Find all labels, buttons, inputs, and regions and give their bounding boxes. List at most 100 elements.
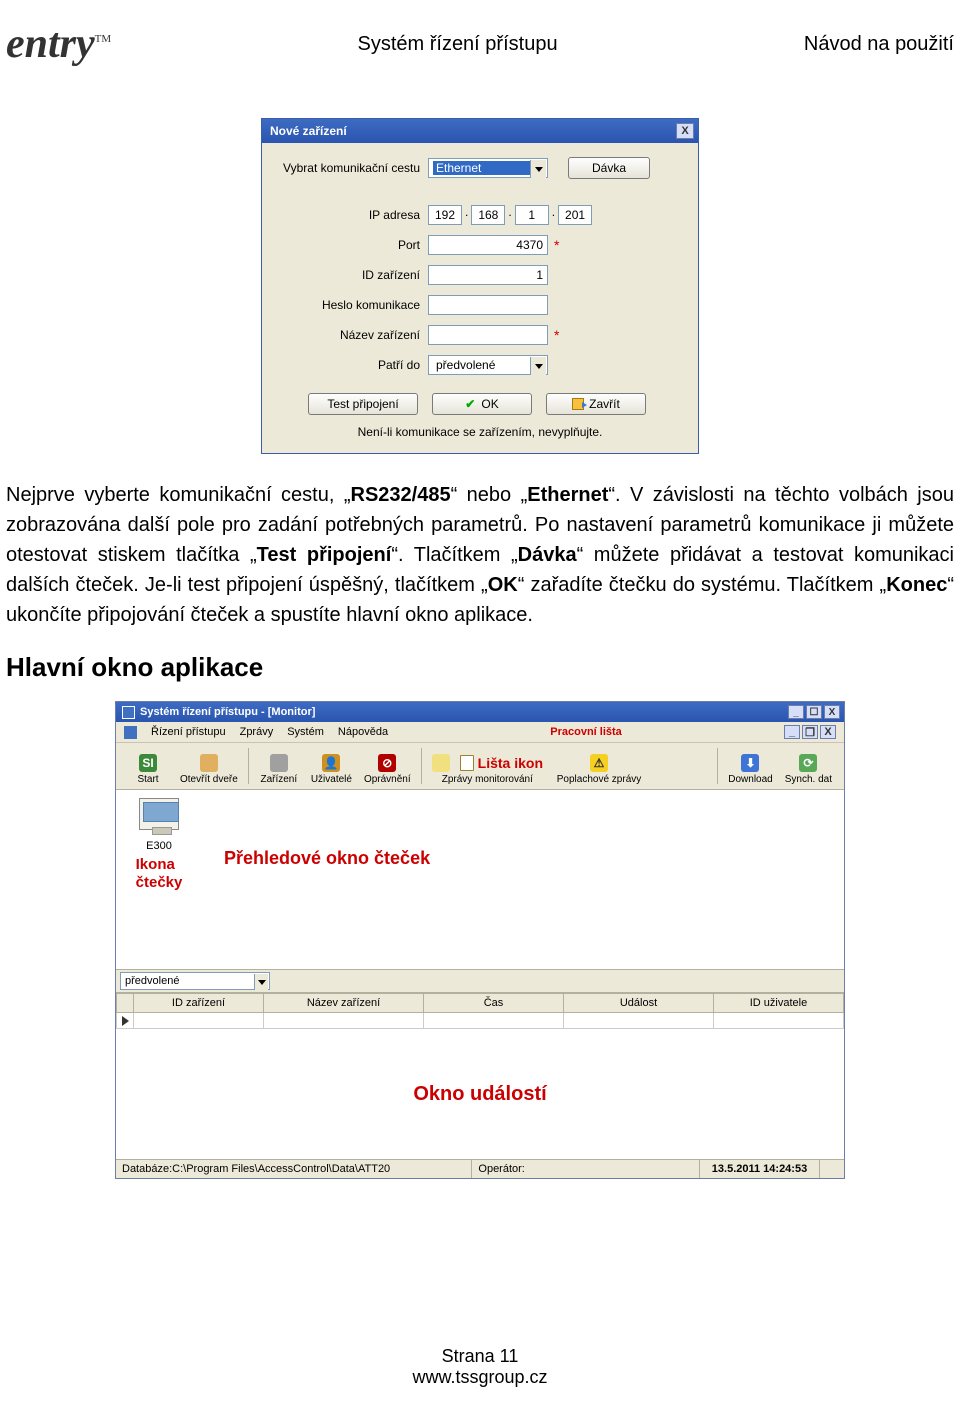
child-restore-icon[interactable]: ❐ bbox=[802, 725, 818, 739]
doc-subtitle: Návod na použití bbox=[804, 33, 954, 56]
menubar: Řízení přístupu Zprávy Systém Nápověda P… bbox=[116, 722, 844, 743]
start-icon: SI bbox=[139, 754, 157, 772]
required-icon: * bbox=[554, 237, 559, 253]
tool-download[interactable]: ⬇Download bbox=[722, 746, 778, 786]
dialog-title: Nové zařízení bbox=[270, 124, 347, 138]
app-titlebar: Systém řízení přístupu - [Monitor] _ ☐ X bbox=[116, 702, 844, 722]
menu-item[interactable]: Systém bbox=[287, 726, 324, 738]
device-name-input[interactable] bbox=[428, 325, 548, 345]
close-button[interactable]: Zavřít bbox=[546, 393, 646, 415]
doc-title: Systém řízení přístupu bbox=[357, 33, 557, 56]
logo-text: entry bbox=[6, 21, 95, 67]
ip-address-input[interactable]: 192. 168. 1. 201 bbox=[428, 205, 592, 225]
status-database: Databáze:C:\Program Files\AccessControl\… bbox=[116, 1160, 472, 1178]
close-icon[interactable]: X bbox=[824, 705, 840, 719]
comm-path-combo[interactable]: Ethernet bbox=[428, 158, 548, 178]
tool-monitor-reports[interactable]: Lišta ikonZprávy monitorování bbox=[426, 746, 549, 786]
port-input[interactable]: 4370 bbox=[428, 235, 548, 255]
comm-path-value: Ethernet bbox=[433, 161, 543, 175]
dialog-titlebar: Nové zařízení X bbox=[262, 119, 698, 143]
page-icon bbox=[460, 755, 474, 771]
new-device-dialog: Nové zařízení X Vybrat komunikační cestu… bbox=[261, 118, 699, 454]
comm-password-input[interactable] bbox=[428, 295, 548, 315]
tool-users[interactable]: 👤Uživatelé bbox=[305, 746, 358, 786]
ip-octet-4[interactable]: 201 bbox=[558, 205, 592, 225]
door-icon bbox=[200, 754, 218, 772]
comm-path-label: Vybrat komunikační cestu bbox=[278, 161, 428, 175]
area-combo[interactable]: předvolené bbox=[428, 355, 548, 375]
status-time: 13.5.2011 14:24:53 bbox=[700, 1160, 820, 1178]
chevron-down-icon[interactable] bbox=[254, 974, 268, 990]
ip-octet-1[interactable]: 192 bbox=[428, 205, 462, 225]
device-name-label: Název zařízení bbox=[278, 328, 428, 342]
events-panel: Okno událostí bbox=[116, 1029, 844, 1159]
ok-button[interactable]: ✔OK bbox=[432, 393, 532, 415]
readers-panel: E300 Ikona čtečky Přehledové okno čteček bbox=[116, 790, 844, 970]
menu-item[interactable]: Zprávy bbox=[240, 726, 274, 738]
area-filter-combo[interactable]: předvolené bbox=[120, 972, 270, 990]
statusbar: Databáze:C:\Program Files\AccessControl\… bbox=[116, 1159, 844, 1178]
logo: entryTM bbox=[6, 20, 111, 68]
tool-open-door[interactable]: Otevřít dveře bbox=[174, 746, 244, 786]
grid-col-time[interactable]: Čas bbox=[424, 993, 564, 1013]
device-id-label: ID zařízení bbox=[278, 268, 428, 282]
status-operator: Operátor: bbox=[472, 1160, 700, 1178]
annotation-lista-ikon: Lišta ikon bbox=[478, 755, 543, 771]
area-label: Patří do bbox=[278, 358, 428, 372]
main-app-window: Systém řízení přístupu - [Monitor] _ ☐ X… bbox=[115, 701, 845, 1179]
required-icon: * bbox=[554, 327, 559, 343]
status-grip bbox=[820, 1160, 844, 1178]
grid-col-user-id[interactable]: ID uživatele bbox=[714, 993, 844, 1013]
grid-col-device-id[interactable]: ID zařízení bbox=[134, 993, 264, 1013]
annotation-okno-udalosti: Okno událostí bbox=[413, 1083, 546, 1106]
child-close-icon[interactable]: X bbox=[820, 725, 836, 739]
ip-octet-3[interactable]: 1 bbox=[515, 205, 549, 225]
report-icon bbox=[432, 754, 450, 772]
tool-sync[interactable]: ⟳Synch. dat bbox=[779, 746, 838, 786]
footer-url: www.tssgroup.cz bbox=[0, 1367, 960, 1388]
events-grid-header: ID zařízení Název zařízení Čas Událost I… bbox=[116, 993, 844, 1013]
maximize-icon[interactable]: ☐ bbox=[806, 705, 822, 719]
grid-col-device-name[interactable]: Název zařízení bbox=[264, 993, 424, 1013]
annotation-prehledove-okno: Přehledové okno čteček bbox=[224, 848, 430, 869]
test-connection-button[interactable]: Test připojení bbox=[308, 393, 418, 415]
reader-icon[interactable] bbox=[139, 798, 179, 830]
ip-label: IP adresa bbox=[278, 208, 428, 222]
tool-alarm-reports[interactable]: ⚠Poplachové zprávy bbox=[549, 746, 649, 786]
menu-item[interactable]: Nápověda bbox=[338, 726, 388, 738]
annotation-ikona-ctecky: Ikona čtečky bbox=[136, 856, 183, 892]
page-footer: Strana 11 www.tssgroup.cz bbox=[0, 1346, 960, 1388]
chevron-down-icon[interactable] bbox=[530, 160, 546, 178]
device-id-input[interactable]: 1 bbox=[428, 265, 548, 285]
permission-icon: ⊘ bbox=[378, 754, 396, 772]
sync-icon: ⟳ bbox=[799, 754, 817, 772]
close-icon[interactable]: X bbox=[676, 123, 694, 139]
device-icon bbox=[270, 754, 288, 772]
chevron-down-icon[interactable] bbox=[530, 357, 546, 375]
menu-item[interactable]: Řízení přístupu bbox=[151, 726, 226, 738]
port-label: Port bbox=[278, 238, 428, 252]
comm-password-label: Heslo komunikace bbox=[278, 298, 428, 312]
dialog-hint: Není-li komunikace se zařízením, nevyplň… bbox=[278, 425, 682, 439]
minimize-icon[interactable]: _ bbox=[788, 705, 804, 719]
tool-devices[interactable]: Zařízení bbox=[253, 746, 305, 786]
tool-start[interactable]: SIStart bbox=[122, 746, 174, 786]
row-cursor-icon bbox=[122, 1016, 129, 1026]
child-minimize-icon[interactable]: _ bbox=[784, 725, 800, 739]
logo-tm: TM bbox=[95, 33, 112, 45]
app-title: Systém řízení přístupu - [Monitor] bbox=[140, 706, 315, 718]
ip-octet-2[interactable]: 168 bbox=[471, 205, 505, 225]
tool-permissions[interactable]: ⊘Oprávnění bbox=[358, 746, 417, 786]
alarm-icon: ⚠ bbox=[590, 754, 608, 772]
page-header: entryTM Systém řízení přístupu Návod na … bbox=[0, 20, 960, 72]
app-icon bbox=[122, 706, 135, 719]
check-icon: ✔ bbox=[465, 397, 475, 411]
grid-col-event[interactable]: Událost bbox=[564, 993, 714, 1013]
reader-label: E300 bbox=[146, 840, 172, 852]
annotation-pracovni-lista: Pracovní lišta bbox=[550, 726, 622, 738]
table-row[interactable] bbox=[116, 1013, 844, 1029]
batch-button[interactable]: Dávka bbox=[568, 157, 650, 179]
main-app-screenshot: Systém řízení přístupu - [Monitor] _ ☐ X… bbox=[0, 701, 960, 1179]
grid-col-selector bbox=[116, 993, 134, 1013]
page-number: Strana 11 bbox=[0, 1346, 960, 1367]
